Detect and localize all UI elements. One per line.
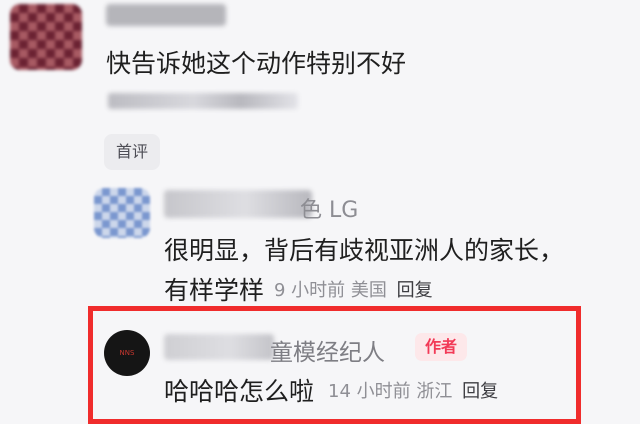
username-suffix[interactable]: 童模经纪人 xyxy=(270,333,385,367)
comment-meta-blurred xyxy=(108,93,298,109)
comment-text: 哈哈哈怎么啦 xyxy=(164,377,315,406)
username-blurred[interactable] xyxy=(164,190,312,218)
avatar[interactable] xyxy=(10,4,82,70)
location: 浙江 xyxy=(416,381,453,402)
avatar[interactable]: NNS xyxy=(104,330,150,376)
username-suffix[interactable]: 色 LG xyxy=(300,192,358,224)
author-badge: 作者 xyxy=(415,333,468,361)
timestamp: 9 小时前 xyxy=(274,280,346,301)
location: 美国 xyxy=(350,280,387,301)
comment-meta: 9 小时前 美国 回复 xyxy=(274,276,433,302)
timestamp: 14 小时前 xyxy=(328,381,411,402)
reply-button[interactable]: 回复 xyxy=(397,280,433,301)
comment-meta: 14 小时前 浙江 回复 xyxy=(328,377,498,403)
avatar[interactable] xyxy=(94,188,150,238)
avatar-logo-text: NNS xyxy=(119,349,135,357)
comment-text: 快告诉她这个动作特别不好 xyxy=(106,49,407,78)
first-comment-tag: 首评 xyxy=(104,134,161,170)
reply-button[interactable]: 回复 xyxy=(462,381,498,402)
comment-text: 很明显，背后有歧视亚洲人的家长， xyxy=(164,236,565,265)
username-blurred[interactable] xyxy=(164,334,274,360)
comment-text: 有样学样 xyxy=(164,276,265,305)
username-blurred[interactable] xyxy=(106,4,226,26)
